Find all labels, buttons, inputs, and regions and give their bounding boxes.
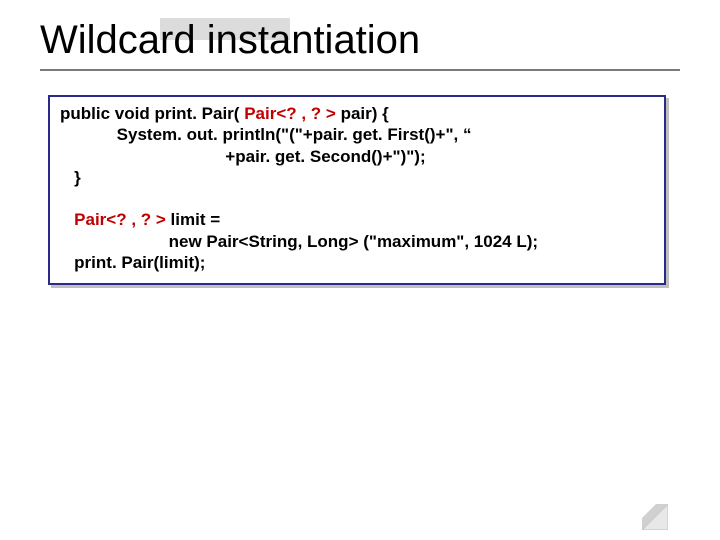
code-line-3: +pair. get. Second()+")");: [60, 146, 654, 167]
code-box: public void print. Pair( Pair<? , ? > pa…: [48, 95, 666, 285]
code-line-6: new Pair<String, Long> ("maximum", 1024 …: [60, 231, 654, 252]
code-highlight: Pair<? , ? >: [60, 210, 166, 229]
code-highlight: Pair<? , ? >: [244, 104, 336, 123]
code-blank: [60, 188, 654, 209]
code-text: limit =: [166, 210, 220, 229]
slide-title: Wildcard instantiation: [40, 18, 680, 67]
code-line-5: Pair<? , ? > limit =: [60, 209, 654, 230]
title-area: Wildcard instantiation: [40, 18, 680, 71]
code-text: pair) {: [336, 104, 389, 123]
code-line-2: System. out. println("("+pair. get. Firs…: [60, 124, 654, 145]
title-underline: [40, 69, 680, 71]
page-corner-fold-icon: [642, 504, 668, 530]
code-text: public void print. Pair(: [60, 104, 244, 123]
code-line-7: print. Pair(limit);: [60, 252, 654, 273]
slide: Wildcard instantiation public void print…: [0, 0, 720, 540]
code-line-1: public void print. Pair( Pair<? , ? > pa…: [60, 103, 654, 124]
code-line-4: }: [60, 167, 654, 188]
